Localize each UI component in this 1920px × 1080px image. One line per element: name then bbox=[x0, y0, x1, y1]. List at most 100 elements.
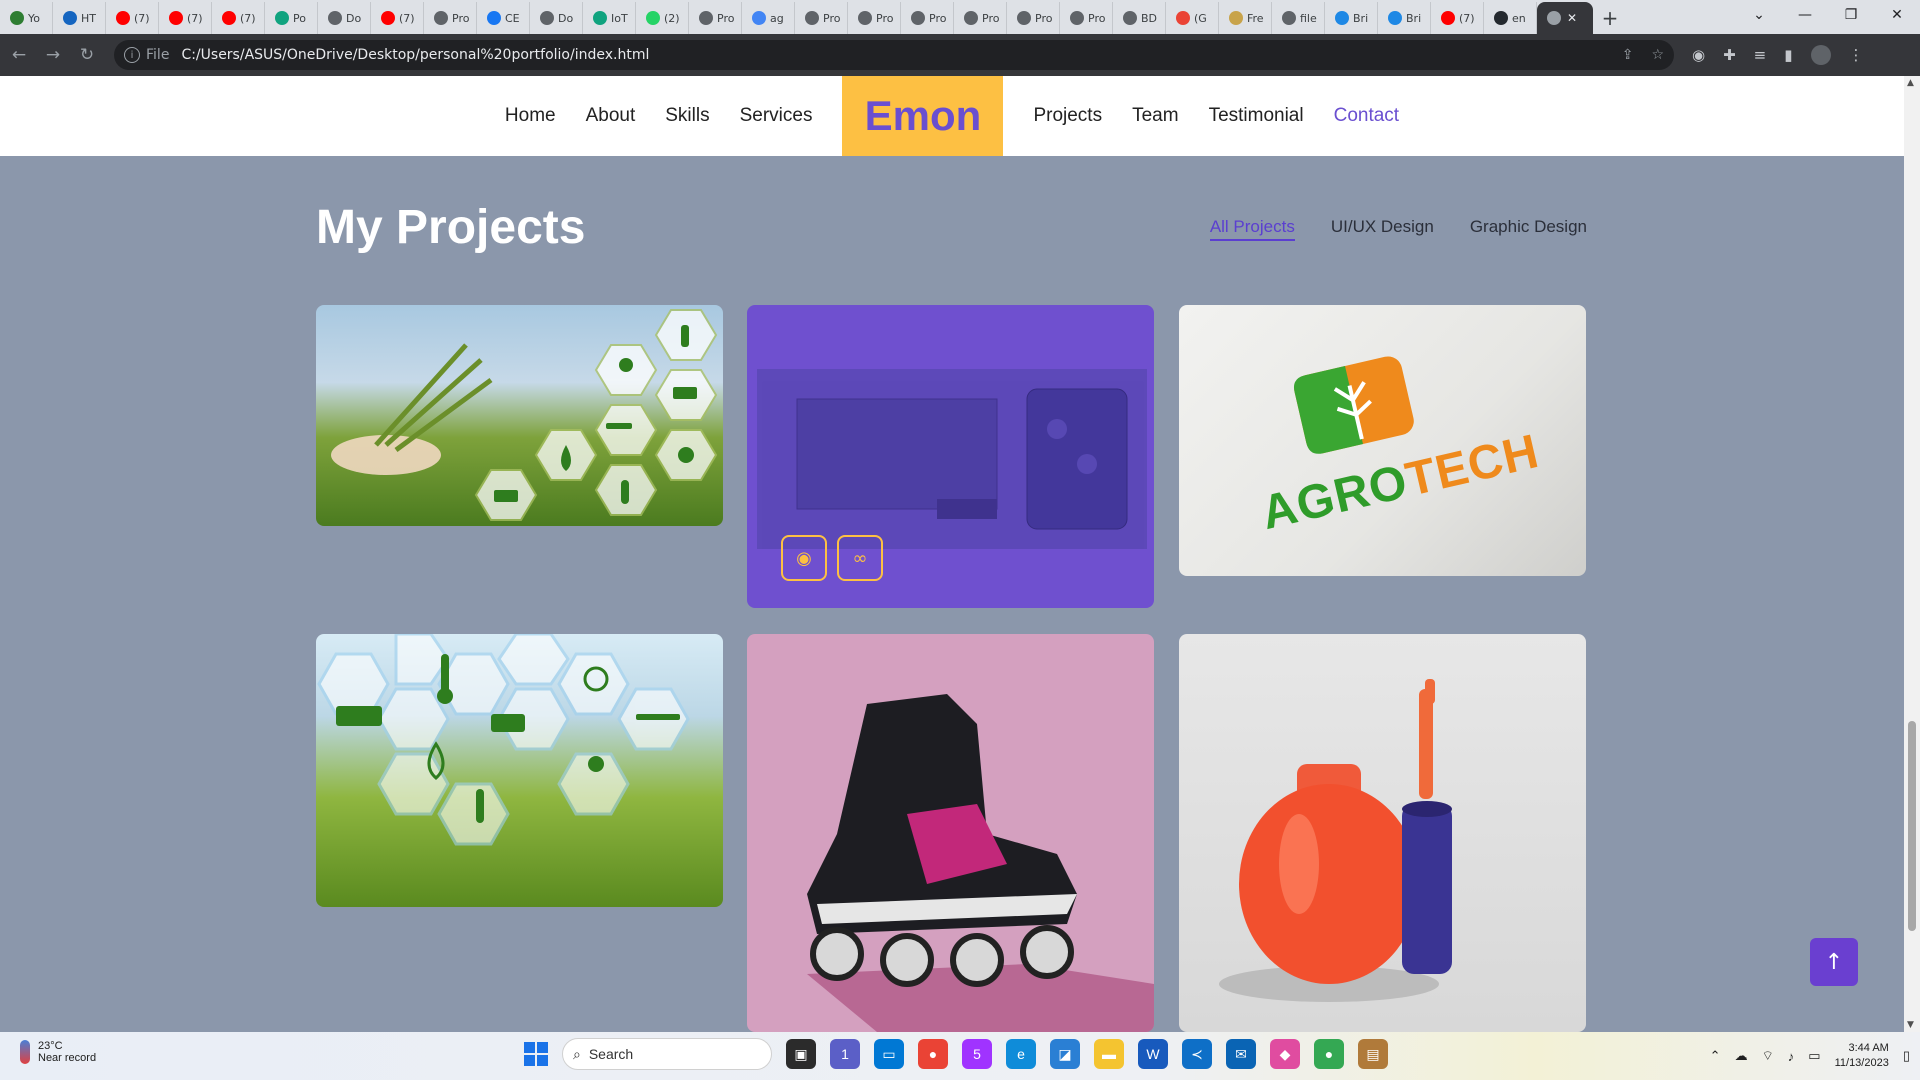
weather-widget[interactable]: 23°C Near record bbox=[20, 1040, 96, 1064]
browser-tab[interactable]: IoT bbox=[583, 2, 636, 34]
archive-icon[interactable]: ▤ bbox=[1358, 1039, 1388, 1069]
task-view-icon[interactable]: ▣ bbox=[786, 1039, 816, 1069]
chevron-up-icon[interactable]: ⌃ bbox=[1710, 1048, 1721, 1064]
minimize-button[interactable]: — bbox=[1782, 0, 1828, 30]
browser-tab[interactable]: Bri bbox=[1378, 2, 1431, 34]
filter-graphic-design[interactable]: Graphic Design bbox=[1470, 217, 1587, 241]
notification-icon[interactable]: ▯ bbox=[1903, 1048, 1910, 1064]
bookmark-star-icon[interactable]: ☆ bbox=[1651, 47, 1664, 63]
color-app-icon[interactable]: ◆ bbox=[1270, 1039, 1300, 1069]
browser-tab[interactable]: BD bbox=[1113, 2, 1166, 34]
browser-tab[interactable]: Do bbox=[318, 2, 371, 34]
site-logo[interactable]: Emon bbox=[842, 76, 1004, 156]
browser-tab[interactable]: Pro bbox=[1060, 2, 1113, 34]
browser-tab[interactable]: Fre bbox=[1219, 2, 1272, 34]
profile-avatar[interactable] bbox=[1810, 45, 1831, 65]
teams-icon[interactable]: 1 bbox=[830, 1039, 860, 1069]
browser-tab[interactable]: HT bbox=[53, 2, 106, 34]
menu-kebab-icon[interactable]: ⋮ bbox=[1849, 46, 1864, 64]
share-icon[interactable]: ⇪ bbox=[1622, 47, 1634, 63]
edge-icon[interactable]: e bbox=[1006, 1039, 1036, 1069]
forward-button[interactable]: → bbox=[38, 40, 68, 70]
page-scrollbar[interactable]: ▲ ▼ bbox=[1904, 76, 1920, 1032]
nav-link-contact[interactable]: Contact bbox=[1334, 105, 1399, 127]
nav-link-services[interactable]: Services bbox=[740, 105, 813, 127]
browser-tab[interactable]: file bbox=[1272, 2, 1325, 34]
nav-link-skills[interactable]: Skills bbox=[665, 105, 709, 127]
browser-tab[interactable]: CE bbox=[477, 2, 530, 34]
project-card-agri-wheat[interactable] bbox=[316, 305, 723, 526]
vscode-icon[interactable]: ≺ bbox=[1182, 1039, 1212, 1069]
side-panel-icon[interactable]: ▮ bbox=[1784, 46, 1792, 64]
scrollbar-thumb[interactable] bbox=[1908, 721, 1916, 931]
browser-tab[interactable]: Pro bbox=[954, 2, 1007, 34]
nav-link-about[interactable]: About bbox=[586, 105, 636, 127]
file-explorer-icon[interactable]: ▬ bbox=[1094, 1039, 1124, 1069]
project-card-roller-skate[interactable] bbox=[747, 634, 1154, 1032]
filter-all-projects[interactable]: All Projects bbox=[1209, 217, 1295, 241]
browser-tab[interactable]: (2) bbox=[636, 2, 689, 34]
tab-active[interactable]: ✕ bbox=[1537, 2, 1593, 34]
chrome-icon[interactable]: ● bbox=[918, 1039, 948, 1069]
link-button[interactable]: ∞ bbox=[837, 535, 883, 581]
browser-tab[interactable]: (7) bbox=[371, 2, 424, 34]
restore-button[interactable]: ❐ bbox=[1828, 0, 1874, 30]
browser-tab[interactable]: (7) bbox=[212, 2, 265, 34]
browser-tab[interactable]: ag bbox=[742, 2, 795, 34]
scroll-up-arrow-icon[interactable]: ▲ bbox=[1907, 78, 1914, 88]
scroll-down-arrow-icon[interactable]: ▼ bbox=[1907, 1020, 1914, 1030]
browser-tab[interactable]: Do bbox=[530, 2, 583, 34]
browser-tab[interactable]: (G bbox=[1166, 2, 1219, 34]
nav-link-projects[interactable]: Projects bbox=[1033, 105, 1102, 127]
volume-icon[interactable]: ♪ bbox=[1788, 1049, 1795, 1064]
close-window-button[interactable]: ✕ bbox=[1874, 0, 1920, 30]
close-tab-icon[interactable]: ✕ bbox=[1567, 11, 1577, 25]
mail-icon[interactable]: ✉ bbox=[1226, 1039, 1256, 1069]
scroll-to-top-button[interactable]: ↑ bbox=[1810, 938, 1858, 986]
filter-ui-ux-design[interactable]: UI/UX Design bbox=[1331, 217, 1434, 241]
puzzle-icon[interactable]: ✚ bbox=[1723, 46, 1736, 64]
browser-tab[interactable]: Pro bbox=[689, 2, 742, 34]
media-icon[interactable]: ≡ bbox=[1754, 46, 1767, 64]
chrome-profile-icon[interactable]: ● bbox=[1314, 1039, 1344, 1069]
windows-start-icon[interactable] bbox=[524, 1042, 548, 1066]
messenger-icon[interactable]: 5 bbox=[962, 1039, 992, 1069]
browser-tab[interactable]: Pro bbox=[901, 2, 954, 34]
browser-tab[interactable]: Bri bbox=[1325, 2, 1378, 34]
back-button[interactable]: ← bbox=[4, 40, 34, 70]
browser-tab[interactable]: Pro bbox=[424, 2, 477, 34]
browser-tab[interactable]: (7) bbox=[1431, 2, 1484, 34]
onedrive-cloud-icon[interactable]: ☁ bbox=[1735, 1048, 1748, 1064]
browser-tab[interactable]: (7) bbox=[159, 2, 212, 34]
word-icon[interactable]: W bbox=[1138, 1039, 1168, 1069]
browser-tab[interactable]: Po bbox=[265, 2, 318, 34]
extension-icon[interactable]: ◉ bbox=[1692, 46, 1705, 64]
wifi-icon[interactable]: ⌔ bbox=[1762, 1048, 1774, 1064]
tab-search-icon[interactable]: ⌄ bbox=[1736, 0, 1782, 30]
browser-tab[interactable]: Pro bbox=[848, 2, 901, 34]
project-card-agrotech[interactable]: AGROTECH bbox=[1179, 305, 1586, 576]
taskbar-search[interactable]: ⌕ Search bbox=[562, 1038, 772, 1070]
clock[interactable]: 3:44 AM 11/13/2023 bbox=[1835, 1041, 1889, 1071]
address-bar[interactable]: i File C:/Users/ASUS/OneDrive/Desktop/pe… bbox=[114, 40, 1674, 70]
browser-tab[interactable]: Pro bbox=[1007, 2, 1060, 34]
photos-icon[interactable]: ◪ bbox=[1050, 1039, 1080, 1069]
site-info-icon[interactable]: i bbox=[124, 47, 140, 63]
browser-tab[interactable]: en bbox=[1484, 2, 1537, 34]
windows-taskbar: 23°C Near record ⌕ Search ▣ 1 ▭ ● 5 e ◪ … bbox=[0, 1032, 1920, 1080]
widgets-icon[interactable]: ▭ bbox=[874, 1039, 904, 1069]
url-text[interactable]: C:/Users/ASUS/OneDrive/Desktop/personal%… bbox=[181, 47, 649, 63]
nav-link-testimonial[interactable]: Testimonial bbox=[1209, 105, 1304, 127]
browser-tab[interactable]: Pro bbox=[795, 2, 848, 34]
project-card-agri-field[interactable] bbox=[316, 634, 723, 907]
project-card-iot-hardware[interactable]: ◉ ∞ bbox=[747, 305, 1154, 608]
new-tab-button[interactable]: + bbox=[1593, 2, 1627, 34]
battery-icon[interactable]: ▭ bbox=[1808, 1048, 1820, 1064]
nav-link-team[interactable]: Team bbox=[1132, 105, 1178, 127]
project-card-nail-polish[interactable] bbox=[1179, 634, 1586, 1032]
browser-tab[interactable]: (7) bbox=[106, 2, 159, 34]
reload-button[interactable]: ↻ bbox=[72, 40, 102, 70]
browser-tab[interactable]: Yo bbox=[0, 2, 53, 34]
view-eye-button[interactable]: ◉ bbox=[781, 535, 827, 581]
nav-link-home[interactable]: Home bbox=[505, 105, 556, 127]
